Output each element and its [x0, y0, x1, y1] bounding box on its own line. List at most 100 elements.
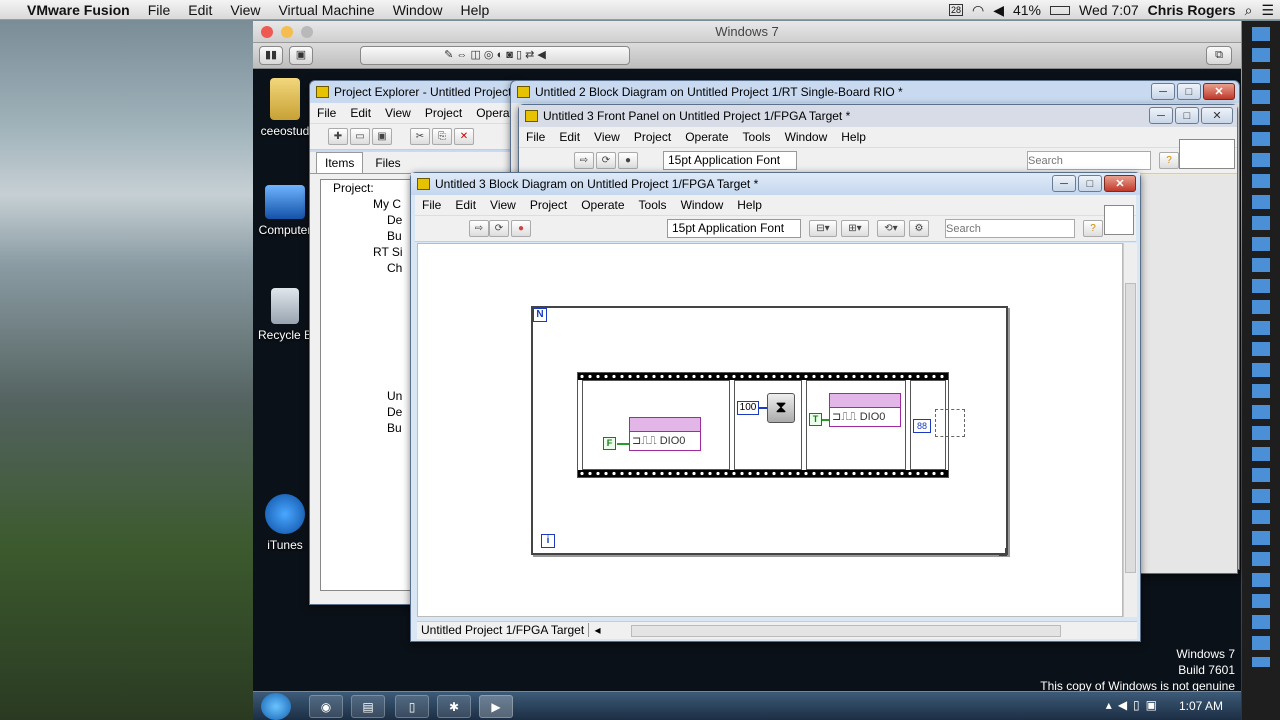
vi-taskbar-icon[interactable]: ▶: [479, 695, 513, 718]
scroll-left-icon[interactable]: ◂: [593, 623, 601, 637]
menu-tools[interactable]: Tools: [632, 198, 674, 212]
minimize-button[interactable]: ─: [1151, 83, 1175, 100]
menu-file[interactable]: File: [415, 198, 448, 212]
block-diagram-titlebar[interactable]: Untitled 3 Block Diagram on Untitled Pro…: [411, 173, 1140, 195]
explorer-taskbar-icon[interactable]: ▤: [351, 695, 385, 718]
maximize-button[interactable]: □: [1177, 83, 1201, 100]
flat-sequence-structure[interactable]: F ⊐⎍⎍ DIO0 100 ⧗ T ⊐⎍⎍ DIO0 88: [577, 372, 949, 478]
taskbar-clock[interactable]: 1:07 AM: [1179, 699, 1223, 713]
close-button[interactable]: ✕: [1203, 83, 1235, 100]
menu-file[interactable]: File: [139, 2, 180, 18]
menu-file[interactable]: File: [310, 106, 343, 120]
vertical-scroll-thumb[interactable]: [1125, 283, 1136, 573]
open-icon[interactable]: ▭: [350, 128, 370, 145]
clock[interactable]: Wed 7:07: [1079, 2, 1139, 18]
menu-help[interactable]: Help: [452, 2, 499, 18]
run-continuous-icon[interactable]: ⟳: [489, 220, 509, 237]
sequence-frame-2[interactable]: 100 ⧗: [734, 380, 802, 470]
sequence-frame-1[interactable]: F ⊐⎍⎍ DIO0: [582, 380, 730, 470]
minimize-button[interactable]: ─: [1052, 175, 1076, 192]
screenshot-icon[interactable]: ▣: [289, 46, 313, 65]
vm-tools-strip[interactable]: ✎ ⇔ ◫ ◎ ◐ ◙ ▯ ⇄ ◀: [360, 46, 630, 65]
calendar-icon[interactable]: 28: [948, 4, 963, 16]
spotlight-search-icon[interactable]: ⌕: [1245, 2, 1253, 19]
untitled3-block-diagram-window[interactable]: Untitled 3 Block Diagram on Untitled Pro…: [410, 172, 1141, 642]
maximize-button[interactable]: □: [1078, 175, 1102, 192]
menu-operate[interactable]: Operate: [678, 130, 735, 144]
close-button[interactable]: ✕: [1201, 107, 1233, 124]
font-selector[interactable]: 15pt Application Font: [663, 151, 797, 170]
wait-timer-icon[interactable]: ⧗: [767, 393, 795, 423]
fpga-io-node-write-2[interactable]: ⊐⎍⎍ DIO0: [829, 393, 901, 427]
document-taskbar-icon[interactable]: ▯: [395, 695, 429, 718]
menu-view[interactable]: View: [221, 2, 269, 18]
close-button[interactable]: ✕: [1104, 175, 1136, 192]
notification-list-icon[interactable]: ☰: [1261, 2, 1274, 19]
close-window-icon[interactable]: [261, 26, 273, 38]
menu-help[interactable]: Help: [730, 198, 769, 212]
system-tray-icons[interactable]: ▴◀▯▣: [1106, 698, 1163, 712]
menu-help[interactable]: Help: [834, 130, 873, 144]
wait-constant[interactable]: 100: [737, 401, 759, 415]
zoom-window-icon[interactable]: [301, 26, 313, 38]
minimize-button[interactable]: ─: [1149, 107, 1173, 124]
sequence-frame-3[interactable]: T ⊐⎍⎍ DIO0: [806, 380, 906, 470]
run-continuous-icon[interactable]: ⟳: [596, 152, 616, 169]
delete-icon[interactable]: ✕: [454, 128, 474, 145]
menu-edit[interactable]: Edit: [552, 130, 587, 144]
true-constant[interactable]: T: [809, 413, 822, 426]
pause-icon[interactable]: ▮▮: [259, 46, 283, 65]
labview-taskbar-icon[interactable]: ✱: [437, 695, 471, 718]
menu-edit[interactable]: Edit: [448, 198, 483, 212]
project-explorer-titlebar[interactable]: Project Explorer - Untitled Project: [310, 81, 518, 103]
menu-view[interactable]: View: [587, 130, 627, 144]
menu-file[interactable]: File: [519, 130, 552, 144]
resize-handle[interactable]: [999, 548, 1007, 556]
loop-count-terminal[interactable]: N: [533, 308, 547, 322]
wifi-icon[interactable]: ◠: [972, 2, 984, 19]
maximize-button[interactable]: □: [1175, 107, 1199, 124]
abort-icon[interactable]: ●: [618, 152, 638, 169]
menu-view[interactable]: View: [483, 198, 523, 212]
menu-view[interactable]: View: [378, 106, 418, 120]
tab-items[interactable]: Items: [316, 152, 364, 173]
menu-project[interactable]: Project: [627, 130, 678, 144]
menu-project[interactable]: Project: [418, 106, 469, 120]
menu-operate[interactable]: Operate: [574, 198, 631, 212]
horizontal-scroll-thumb[interactable]: [631, 625, 1061, 637]
help-icon[interactable]: ?: [1083, 220, 1103, 237]
menu-project[interactable]: Project: [523, 198, 574, 212]
cleanup-diagram-icon[interactable]: ⚙: [909, 220, 929, 237]
cut-icon[interactable]: ✂: [410, 128, 430, 145]
new-icon[interactable]: ✚: [328, 128, 348, 145]
volume-icon[interactable]: ◀: [993, 2, 1004, 19]
for-loop-structure[interactable]: N i F ⊐⎍⎍ DIO0 100 ⧗ T ⊐⎍⎍ DIO0 88: [531, 306, 1008, 556]
menu-window[interactable]: Window: [674, 198, 731, 212]
save-icon[interactable]: ▣: [372, 128, 392, 145]
user-name[interactable]: Chris Rogers: [1148, 2, 1236, 18]
vertical-scrollbar[interactable]: [1123, 243, 1137, 617]
block-diagram-canvas[interactable]: N i F ⊐⎍⎍ DIO0 100 ⧗ T ⊐⎍⎍ DIO0 88: [417, 243, 1123, 617]
front-panel-titlebar[interactable]: Untitled 3 Front Panel on Untitled Proje…: [519, 105, 1237, 127]
battery-percent[interactable]: 41%: [1013, 2, 1041, 18]
search-input[interactable]: [1027, 151, 1151, 170]
menu-tools[interactable]: Tools: [736, 130, 778, 144]
tab-files[interactable]: Files: [367, 152, 408, 173]
fpga-io-node-write[interactable]: ⊐⎍⎍ DIO0: [629, 417, 701, 451]
menu-edit[interactable]: Edit: [343, 106, 378, 120]
app-menu[interactable]: VMware Fusion: [18, 2, 139, 18]
abort-icon[interactable]: ●: [511, 220, 531, 237]
minimize-window-icon[interactable]: [281, 26, 293, 38]
menu-virtual-machine[interactable]: Virtual Machine: [269, 2, 383, 18]
search-input[interactable]: [945, 219, 1075, 238]
chrome-taskbar-icon[interactable]: ◉: [309, 695, 343, 718]
help-icon[interactable]: ?: [1159, 152, 1179, 169]
fullscreen-icon[interactable]: ⧉: [1206, 46, 1232, 65]
menu-edit[interactable]: Edit: [179, 2, 221, 18]
reorder-icon[interactable]: ⟲▾: [877, 220, 905, 237]
copy-icon[interactable]: ⎘: [432, 128, 452, 145]
numeric-constant[interactable]: 88: [913, 419, 931, 433]
menu-window[interactable]: Window: [778, 130, 835, 144]
start-button-icon[interactable]: [261, 693, 291, 720]
font-selector[interactable]: 15pt Application Font: [667, 219, 801, 238]
